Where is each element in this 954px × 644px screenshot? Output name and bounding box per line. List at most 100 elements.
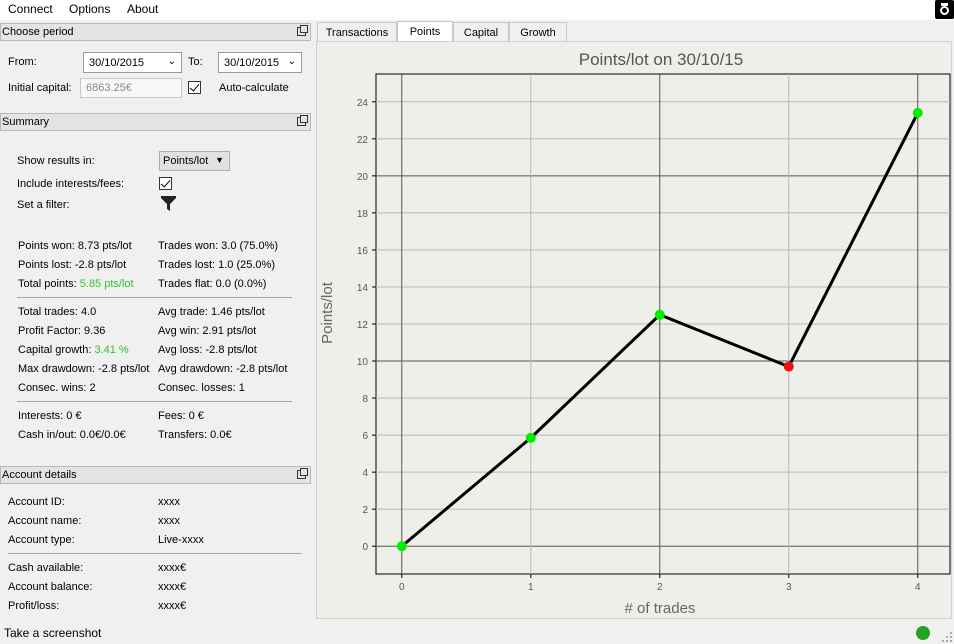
consec-wins: Consec. wins: 2 (18, 382, 96, 394)
filter-icon[interactable] (161, 196, 176, 212)
data-point (912, 107, 923, 118)
y-tick-label: 4 (362, 468, 368, 479)
points-lost: Points lost: -2.8 pts/lot (18, 259, 127, 271)
data-point (525, 432, 536, 443)
divider (17, 401, 292, 402)
points-chart: Points/lot on 30/10/15 Points/lot # of t… (319, 50, 951, 617)
include-interests-label: Include interests/fees: (17, 178, 125, 190)
account-panel-title: Account details (2, 469, 77, 481)
account-type-label: Account type: (8, 534, 75, 546)
from-date-picker[interactable]: 30/10/2015 ⌄ (83, 52, 182, 73)
consec-losses: Consec. losses: 1 (158, 382, 245, 394)
avg-drawdown: Avg drawdown: -2.8 pts/lot (158, 363, 288, 375)
tab-points[interactable]: Points (397, 21, 453, 42)
to-date-picker[interactable]: 30/10/2015 ⌄ (218, 52, 302, 73)
cash-available-label: Cash available: (8, 562, 84, 574)
auto-calculate-label: Auto-calculate (219, 82, 289, 94)
avg-trade: Avg trade: 1.46 pts/lot (158, 306, 265, 318)
camera-icon[interactable] (935, 0, 954, 19)
show-results-label: Show results in: (17, 155, 95, 167)
y-tick-label: 2 (362, 505, 368, 516)
account-balance-value: xxxx€ (158, 581, 187, 593)
capital-growth-label: Capital growth: (18, 344, 92, 356)
account-panel-header: Account details (0, 466, 311, 484)
profit-loss-label: Profit/loss: (8, 600, 60, 612)
menu-connect[interactable]: Connect (8, 2, 53, 16)
avg-loss: Avg loss: -2.8 pts/lot (158, 344, 257, 356)
account-balance-label: Account balance: (8, 581, 93, 593)
chevron-down-icon: ⌄ (287, 56, 296, 67)
from-date-value: 30/10/2015 (89, 57, 145, 69)
tab-transactions[interactable]: Transactions (317, 22, 397, 42)
from-label: From: (8, 56, 37, 68)
capital-growth: Capital growth: 3.41 % (18, 344, 129, 356)
account-name-label: Account name: (8, 515, 82, 527)
resize-grip-icon[interactable] (942, 632, 952, 642)
data-point (396, 541, 407, 552)
trades-flat: Trades flat: 0.0 (0.0%) (158, 278, 267, 290)
x-tick-label: 1 (528, 582, 534, 593)
status-text: Take a screenshot (4, 626, 102, 640)
auto-calculate-checkbox[interactable] (188, 81, 201, 94)
to-date-value: 30/10/2015 (224, 57, 280, 69)
tab-growth[interactable]: Growth (509, 22, 567, 42)
menu-options[interactable]: Options (69, 2, 110, 16)
summary-panel-header: Summary (0, 113, 311, 131)
chart-title: Points/lot on 30/10/15 (579, 50, 743, 69)
period-panel-title: Choose period (2, 26, 74, 38)
summary-panel-title: Summary (2, 116, 50, 128)
filter-label: Set a filter: (17, 199, 70, 211)
x-tick-label: 3 (786, 582, 792, 593)
account-type-value: Live-xxxx (158, 534, 204, 546)
y-tick-label: 18 (357, 209, 369, 220)
y-tick-label: 22 (357, 135, 369, 146)
total-points: Total points: 5.85 pts/lot (18, 278, 134, 290)
connection-status-indicator (916, 626, 930, 640)
tab-capital[interactable]: Capital (453, 22, 509, 42)
x-tick-label: 2 (657, 582, 663, 593)
y-tick-label: 0 (362, 542, 368, 553)
chart-y-label: Points/lot (319, 281, 336, 344)
trades-lost: Trades lost: 1.0 (25.0%) (158, 259, 275, 271)
points-won: Points won: 8.73 pts/lot (18, 240, 132, 252)
x-tick-label: 0 (399, 582, 405, 593)
y-tick-label: 16 (357, 246, 369, 257)
y-tick-label: 20 (357, 172, 369, 183)
undock-icon[interactable] (297, 468, 308, 479)
y-tick-label: 24 (357, 98, 369, 109)
total-points-value: 5.85 pts/lot (79, 278, 134, 290)
account-name-value: xxxx (158, 515, 180, 527)
total-trades: Total trades: 4.0 (18, 306, 97, 318)
data-point (783, 361, 794, 372)
dropdown-arrow-icon: ▼ (215, 155, 224, 165)
account-id-label: Account ID: (8, 496, 65, 508)
cash-available-value: xxxx€ (158, 562, 187, 574)
chart-x-label: # of trades (625, 600, 696, 617)
data-point (654, 309, 665, 320)
divider (17, 297, 292, 298)
undock-icon[interactable] (297, 115, 308, 126)
y-tick-label: 8 (362, 394, 368, 405)
trades-won: Trades won: 3.0 (75.0%) (158, 240, 279, 252)
results-unit-select[interactable]: Points/lot ▼ (159, 151, 230, 171)
menu-about[interactable]: About (127, 2, 158, 16)
max-drawdown: Max drawdown: -2.8 pts/lot (18, 363, 150, 375)
y-tick-label: 14 (357, 283, 369, 294)
cash-in-out: Cash in/out: 0.0€/0.0€ (18, 429, 126, 441)
x-tick-label: 4 (915, 582, 921, 593)
results-unit-value: Points/lot (163, 155, 209, 167)
include-interests-checkbox[interactable] (159, 177, 172, 190)
initial-capital-input[interactable]: 6863.25€ (80, 78, 182, 98)
account-id-value: xxxx (158, 496, 180, 508)
to-label: To: (188, 56, 203, 68)
profit-loss-value: xxxx€ (158, 600, 187, 612)
undock-icon[interactable] (297, 25, 308, 36)
y-tick-label: 10 (357, 357, 369, 368)
y-tick-label: 12 (357, 320, 369, 331)
y-tick-label: 6 (362, 431, 368, 442)
avg-win: Avg win: 2.91 pts/lot (158, 325, 257, 337)
period-panel-header: Choose period (0, 23, 311, 41)
menu-bar: Connect Options About (0, 0, 954, 20)
chevron-down-icon: ⌄ (167, 56, 176, 67)
profit-factor: Profit Factor: 9.36 (18, 325, 106, 337)
